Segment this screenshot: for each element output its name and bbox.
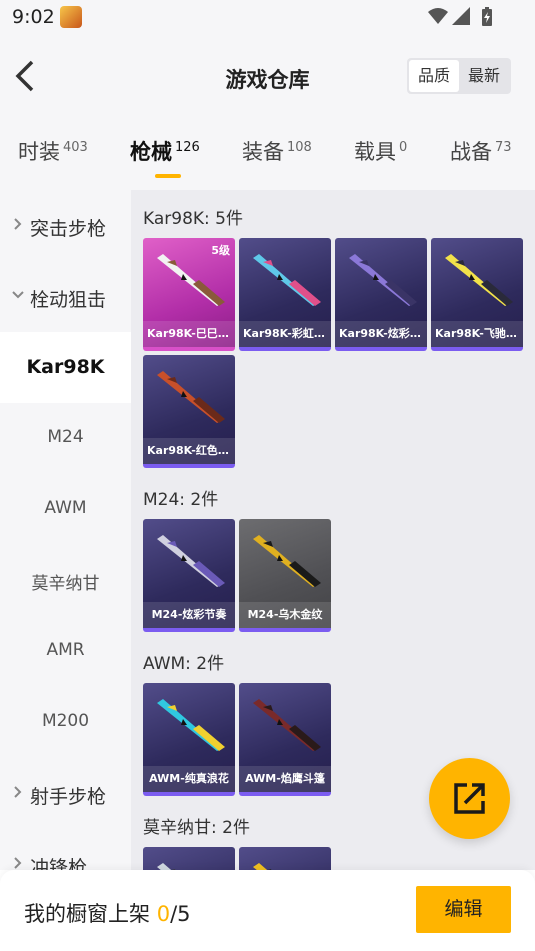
rifle-icon xyxy=(349,254,417,306)
chevron-right-icon xyxy=(14,857,22,869)
sidebar-item-label: 突击步枪 xyxy=(30,218,107,240)
rifle-icon xyxy=(157,371,225,423)
sidebar-item[interactable]: AMR xyxy=(0,616,131,687)
group-title: M24: 2件 xyxy=(143,490,219,510)
rifle-icon xyxy=(445,254,513,306)
tab-label: 枪械 xyxy=(130,140,172,164)
group-title: Kar98K: 5件 xyxy=(143,209,243,229)
sidebar-item[interactable]: Kar98K xyxy=(0,332,131,403)
weapon-skin-card[interactable]: AWM-纯真浪花 xyxy=(143,683,235,796)
chevron-down-icon xyxy=(12,291,24,299)
sidebar-item-label: 射手步枪 xyxy=(30,786,107,808)
share-icon xyxy=(454,783,485,814)
tab-label: 载具 xyxy=(354,140,396,164)
weapon-skin-name: Kar98K-巳巳如意 xyxy=(143,321,235,347)
showcase-total-count: 5 xyxy=(177,902,191,926)
weapon-skin-card[interactable]: M24-乌木金纹 xyxy=(239,519,331,632)
sidebar-category[interactable]: 突击步枪 xyxy=(0,190,131,261)
sidebar-item[interactable]: M200 xyxy=(0,687,131,758)
showcase-bar: 我的橱窗上架 0/5 编辑 xyxy=(0,870,535,951)
sidebar-item-label: 莫辛纳甘 xyxy=(31,574,100,594)
category-tabs: 时装 403 枪械 126 装备 108 载具 0 战备 73 xyxy=(0,122,535,190)
weapon-skin-card[interactable] xyxy=(239,847,331,870)
chevron-right-icon xyxy=(14,786,22,798)
sidebar-item-label: Kar98K xyxy=(26,356,105,378)
weapon-skin-name: Kar98K-红色枫叶 xyxy=(143,438,235,464)
rifle-icon xyxy=(157,699,225,751)
group-title: 莫辛纳甘: 2件 xyxy=(143,818,250,838)
status-time: 9:02 xyxy=(12,6,55,28)
tab-vehicles[interactable]: 载具 0 xyxy=(354,136,407,166)
header: 游戏仓库 品质 最新 xyxy=(0,34,535,122)
sidebar-item-label: 栓动狙击 xyxy=(30,289,107,311)
sidebar-category[interactable]: 冲锋枪 xyxy=(0,829,131,870)
rifle-icon xyxy=(157,535,225,587)
sidebar-category[interactable]: 栓动狙击 xyxy=(0,261,131,332)
rifle-icon xyxy=(157,863,176,870)
weapon-skin-card[interactable]: Kar98K-红色枫叶 xyxy=(143,355,235,468)
tab-weapons[interactable]: 枪械 126 xyxy=(130,136,200,166)
weapon-skin-card[interactable]: AWM-焰鹰斗篷 xyxy=(239,683,331,796)
showcase-status: 我的橱窗上架 0/5 xyxy=(24,898,191,928)
weapon-skin-name: M24-乌木金纹 xyxy=(239,602,331,628)
weapon-skin-card[interactable]: M24-炫彩节奏 xyxy=(143,519,235,632)
rifle-icon xyxy=(253,535,321,587)
weapon-skin-name: Kar98K-飞驰迅影 xyxy=(431,321,523,347)
edit-button[interactable]: 编辑 xyxy=(416,886,511,933)
sidebar-item-label: AWM xyxy=(44,498,87,518)
tab-count: 126 xyxy=(175,140,200,155)
active-tab-indicator xyxy=(155,174,181,178)
status-bar: 9:02 xyxy=(0,0,535,34)
tab-fashion[interactable]: 时装 403 xyxy=(18,136,88,166)
share-button[interactable] xyxy=(429,758,510,839)
sidebar-item-label: M200 xyxy=(41,711,90,731)
weapon-skin-name: AWM-焰鹰斗篷 xyxy=(239,766,331,792)
sidebar-category[interactable]: 射手步枪 xyxy=(0,758,131,829)
rifle-icon xyxy=(253,699,321,751)
sidebar-item[interactable]: 莫辛纳甘 xyxy=(0,545,131,616)
weapon-skin-name: Kar98K-炫彩节奏 xyxy=(335,321,427,347)
weapon-skin-card[interactable]: 5级 Kar98K-巳巳如意 xyxy=(143,238,235,351)
wifi-icon xyxy=(428,8,448,24)
weapon-category-sidebar: 突击步枪栓动狙击 Kar98K M24 AWM 莫辛纳甘 AMR M200 射手步枪冲锋枪 xyxy=(0,190,131,870)
rifle-icon xyxy=(253,254,321,306)
tab-equipment[interactable]: 装备 108 xyxy=(242,136,312,166)
weapon-skin-name: M24-炫彩节奏 xyxy=(143,602,235,628)
weapon-skin-card[interactable]: Kar98K-炫彩节奏 xyxy=(335,238,427,351)
sidebar-item[interactable]: M24 xyxy=(0,403,131,474)
weapon-skin-card[interactable] xyxy=(143,847,235,870)
weapon-skin-card[interactable]: Kar98K-彩虹独角兽 xyxy=(239,238,331,351)
chevron-right-icon xyxy=(14,218,22,230)
cellular-signal-icon xyxy=(452,7,470,25)
group-title: AWM: 2件 xyxy=(143,654,225,674)
sort-toggle: 品质 最新 xyxy=(407,58,511,94)
level-badge: 5级 xyxy=(211,244,230,257)
weapon-skin-name: AWM-纯真浪花 xyxy=(143,766,235,792)
showcase-current-count: 0 xyxy=(156,902,171,926)
tab-label: 时装 xyxy=(18,140,60,164)
tab-count: 0 xyxy=(399,140,408,155)
rifle-icon xyxy=(253,863,272,870)
battery-icon xyxy=(482,7,492,26)
tab-supplies[interactable]: 战备 73 xyxy=(450,136,512,166)
weapon-skin-card[interactable]: Kar98K-飞驰迅影 xyxy=(431,238,523,351)
weapon-skin-name: Kar98K-彩虹独角兽 xyxy=(239,321,331,347)
tab-count: 108 xyxy=(287,140,312,155)
tab-label: 战备 xyxy=(450,140,492,164)
sort-newest-button[interactable]: 最新 xyxy=(459,60,509,92)
tab-count: 73 xyxy=(495,140,512,155)
showcase-label: 我的橱窗上架 xyxy=(24,902,150,926)
tab-count: 403 xyxy=(63,140,88,155)
sidebar-item-label: M24 xyxy=(47,427,84,447)
sidebar-item[interactable]: AWM xyxy=(0,474,131,545)
sidebar-item-label: 冲锋枪 xyxy=(30,857,88,870)
sort-quality-button[interactable]: 品质 xyxy=(409,60,459,92)
sidebar-item-label: AMR xyxy=(46,640,85,660)
app-notification-icon xyxy=(60,6,82,28)
tab-label: 装备 xyxy=(242,140,284,164)
